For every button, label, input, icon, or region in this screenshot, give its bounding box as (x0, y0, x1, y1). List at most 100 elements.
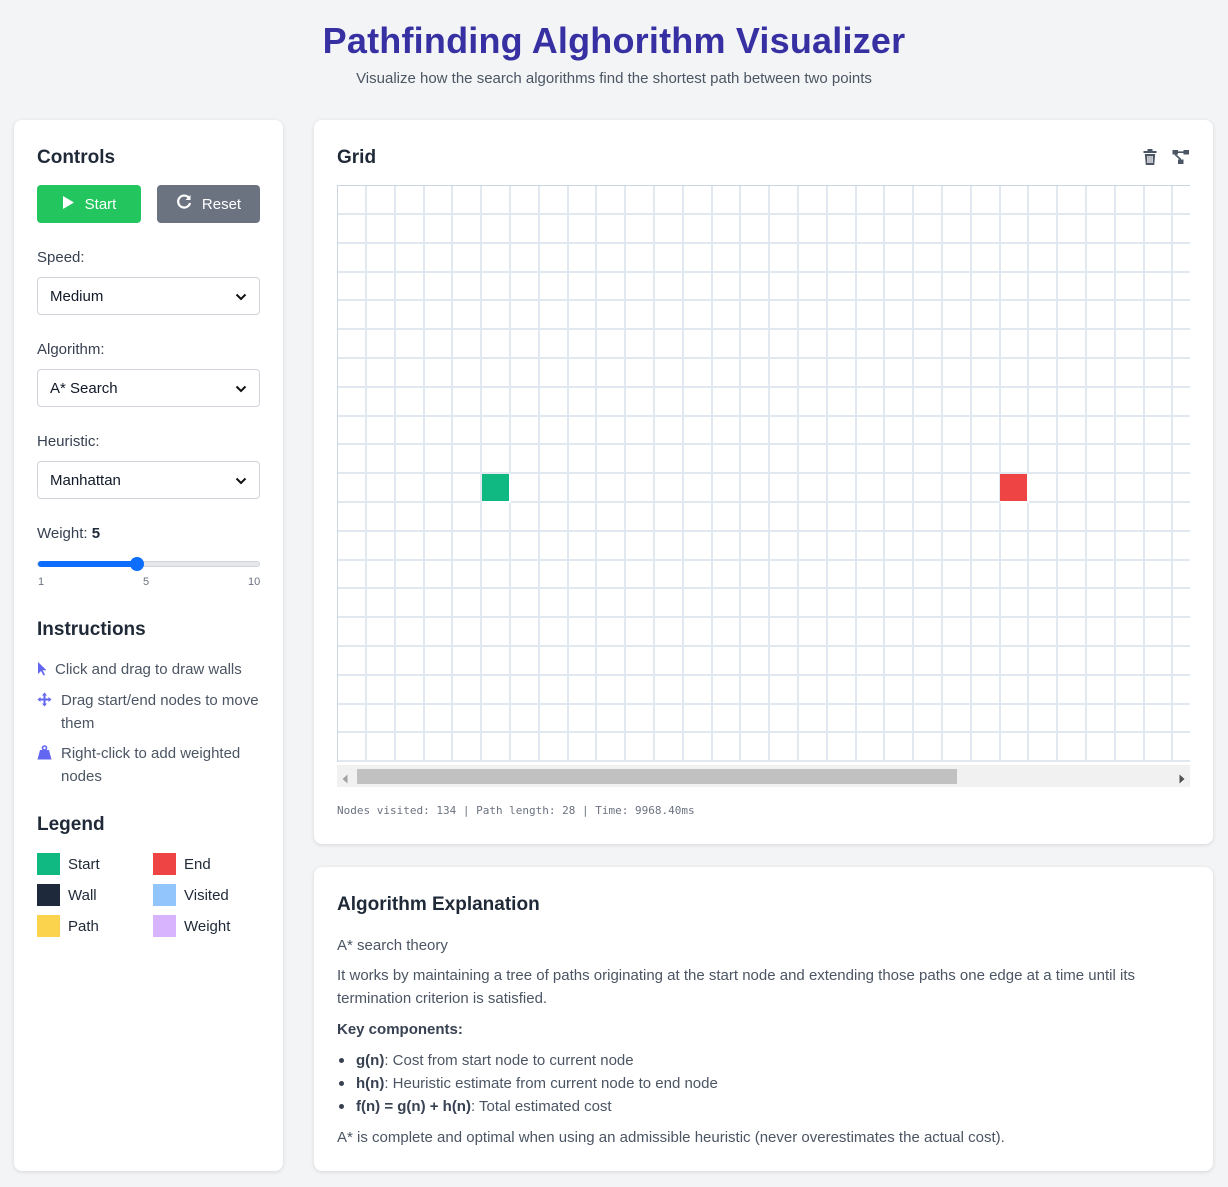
grid-cell[interactable] (1144, 675, 1174, 705)
grid-cell[interactable] (424, 272, 454, 302)
grid-cell[interactable] (395, 301, 425, 331)
grid-cell[interactable] (626, 589, 655, 619)
grid-cell[interactable] (741, 214, 771, 244)
grid-cell[interactable] (654, 560, 684, 590)
grid-cell[interactable] (798, 186, 828, 215)
grid-cell[interactable] (395, 445, 425, 475)
grid-cell[interactable] (856, 704, 886, 734)
grid-cell[interactable] (741, 675, 771, 705)
grid-cell[interactable] (1000, 531, 1030, 561)
grid-cell[interactable] (712, 330, 742, 359)
grid-cell[interactable] (424, 531, 454, 561)
grid-cell[interactable] (568, 330, 598, 359)
speed-select[interactable]: Medium (37, 277, 260, 315)
grid-cell[interactable] (683, 618, 713, 647)
start-button[interactable]: Start (37, 185, 141, 223)
grid-cell[interactable] (1058, 330, 1087, 359)
grid-cell[interactable] (942, 502, 972, 532)
grid-cell[interactable] (366, 214, 396, 244)
grid-cell[interactable] (597, 416, 627, 446)
grid-cell[interactable] (683, 646, 713, 676)
grid-cell[interactable] (914, 445, 943, 475)
grid-cell[interactable] (885, 445, 915, 475)
grid-cell[interactable] (453, 589, 483, 619)
grid-cell[interactable] (338, 445, 367, 475)
grid-cell[interactable] (942, 445, 972, 475)
grid-cell[interactable] (482, 675, 511, 705)
grid-cell[interactable] (798, 675, 828, 705)
grid-cell[interactable] (1058, 214, 1087, 244)
grid-cell[interactable] (338, 243, 367, 273)
grid-cell[interactable] (1115, 733, 1145, 762)
grid-cell[interactable] (1144, 589, 1174, 619)
grid-cell[interactable] (1029, 560, 1059, 590)
grid-cell[interactable] (338, 474, 367, 503)
grid-cell[interactable] (626, 531, 655, 561)
scroll-left-icon[interactable] (342, 771, 348, 789)
grid-cell[interactable] (683, 416, 713, 446)
grid-cell[interactable] (1173, 416, 1190, 446)
grid-cell[interactable] (683, 243, 713, 273)
grid-cell[interactable] (395, 243, 425, 273)
grid-cell[interactable] (338, 272, 367, 302)
grid-cell[interactable] (654, 474, 684, 503)
grid-cell[interactable] (971, 214, 1001, 244)
grid-cell[interactable] (798, 330, 828, 359)
grid-cell[interactable] (1086, 531, 1116, 561)
grid-cell[interactable] (741, 560, 771, 590)
scrollbar-thumb[interactable] (357, 769, 957, 784)
grid-cell[interactable] (885, 589, 915, 619)
grid-cell[interactable] (424, 589, 454, 619)
grid-cell[interactable] (654, 214, 684, 244)
grid-cell[interactable] (568, 243, 598, 273)
grid-cell[interactable] (741, 618, 771, 647)
grid-cell[interactable] (1086, 301, 1116, 331)
grid-cell[interactable] (1115, 272, 1145, 302)
grid-cell[interactable] (712, 387, 742, 417)
grid-cell[interactable] (597, 243, 627, 273)
grid-cell[interactable] (424, 243, 454, 273)
grid-cell[interactable] (1058, 445, 1087, 475)
grid-cell[interactable] (626, 387, 655, 417)
grid-cell[interactable] (626, 502, 655, 532)
grid-cell[interactable] (1000, 704, 1030, 734)
grid-cell[interactable] (856, 589, 886, 619)
start-node[interactable] (482, 474, 511, 503)
grid-cell[interactable] (770, 704, 799, 734)
grid-cell[interactable] (1029, 445, 1059, 475)
grid-cell[interactable] (798, 358, 828, 388)
grid-cell[interactable] (741, 272, 771, 302)
grid-cell[interactable] (568, 358, 598, 388)
grid-cell[interactable] (1086, 416, 1116, 446)
grid-cell[interactable] (770, 416, 799, 446)
grid-cell[interactable] (798, 474, 828, 503)
grid-cell[interactable] (424, 358, 454, 388)
grid-cell[interactable] (568, 646, 598, 676)
grid-cell[interactable] (424, 733, 454, 762)
grid-cell[interactable] (770, 330, 799, 359)
grid-cell[interactable] (539, 474, 569, 503)
grid-cell[interactable] (856, 358, 886, 388)
grid-cell[interactable] (885, 358, 915, 388)
grid-cell[interactable] (827, 589, 857, 619)
grid-cell[interactable] (712, 646, 742, 676)
grid-cell[interactable] (1115, 186, 1145, 215)
grid-cell[interactable] (510, 704, 540, 734)
grid-cell[interactable] (510, 186, 540, 215)
grid-cell[interactable] (741, 704, 771, 734)
grid-cell[interactable] (971, 675, 1001, 705)
grid-cell[interactable] (1058, 589, 1087, 619)
grid-cell[interactable] (539, 330, 569, 359)
grid-cell[interactable] (798, 531, 828, 561)
grid-cell[interactable] (654, 416, 684, 446)
grid-cell[interactable] (395, 646, 425, 676)
grid-cell[interactable] (1058, 704, 1087, 734)
grid-cell[interactable] (914, 214, 943, 244)
grid-cell[interactable] (626, 330, 655, 359)
grid-cell[interactable] (338, 733, 367, 762)
grid-cell[interactable] (366, 646, 396, 676)
grid-cell[interactable] (1000, 646, 1030, 676)
grid-cell[interactable] (366, 445, 396, 475)
grid-cell[interactable] (1029, 474, 1059, 503)
grid-cell[interactable] (885, 733, 915, 762)
